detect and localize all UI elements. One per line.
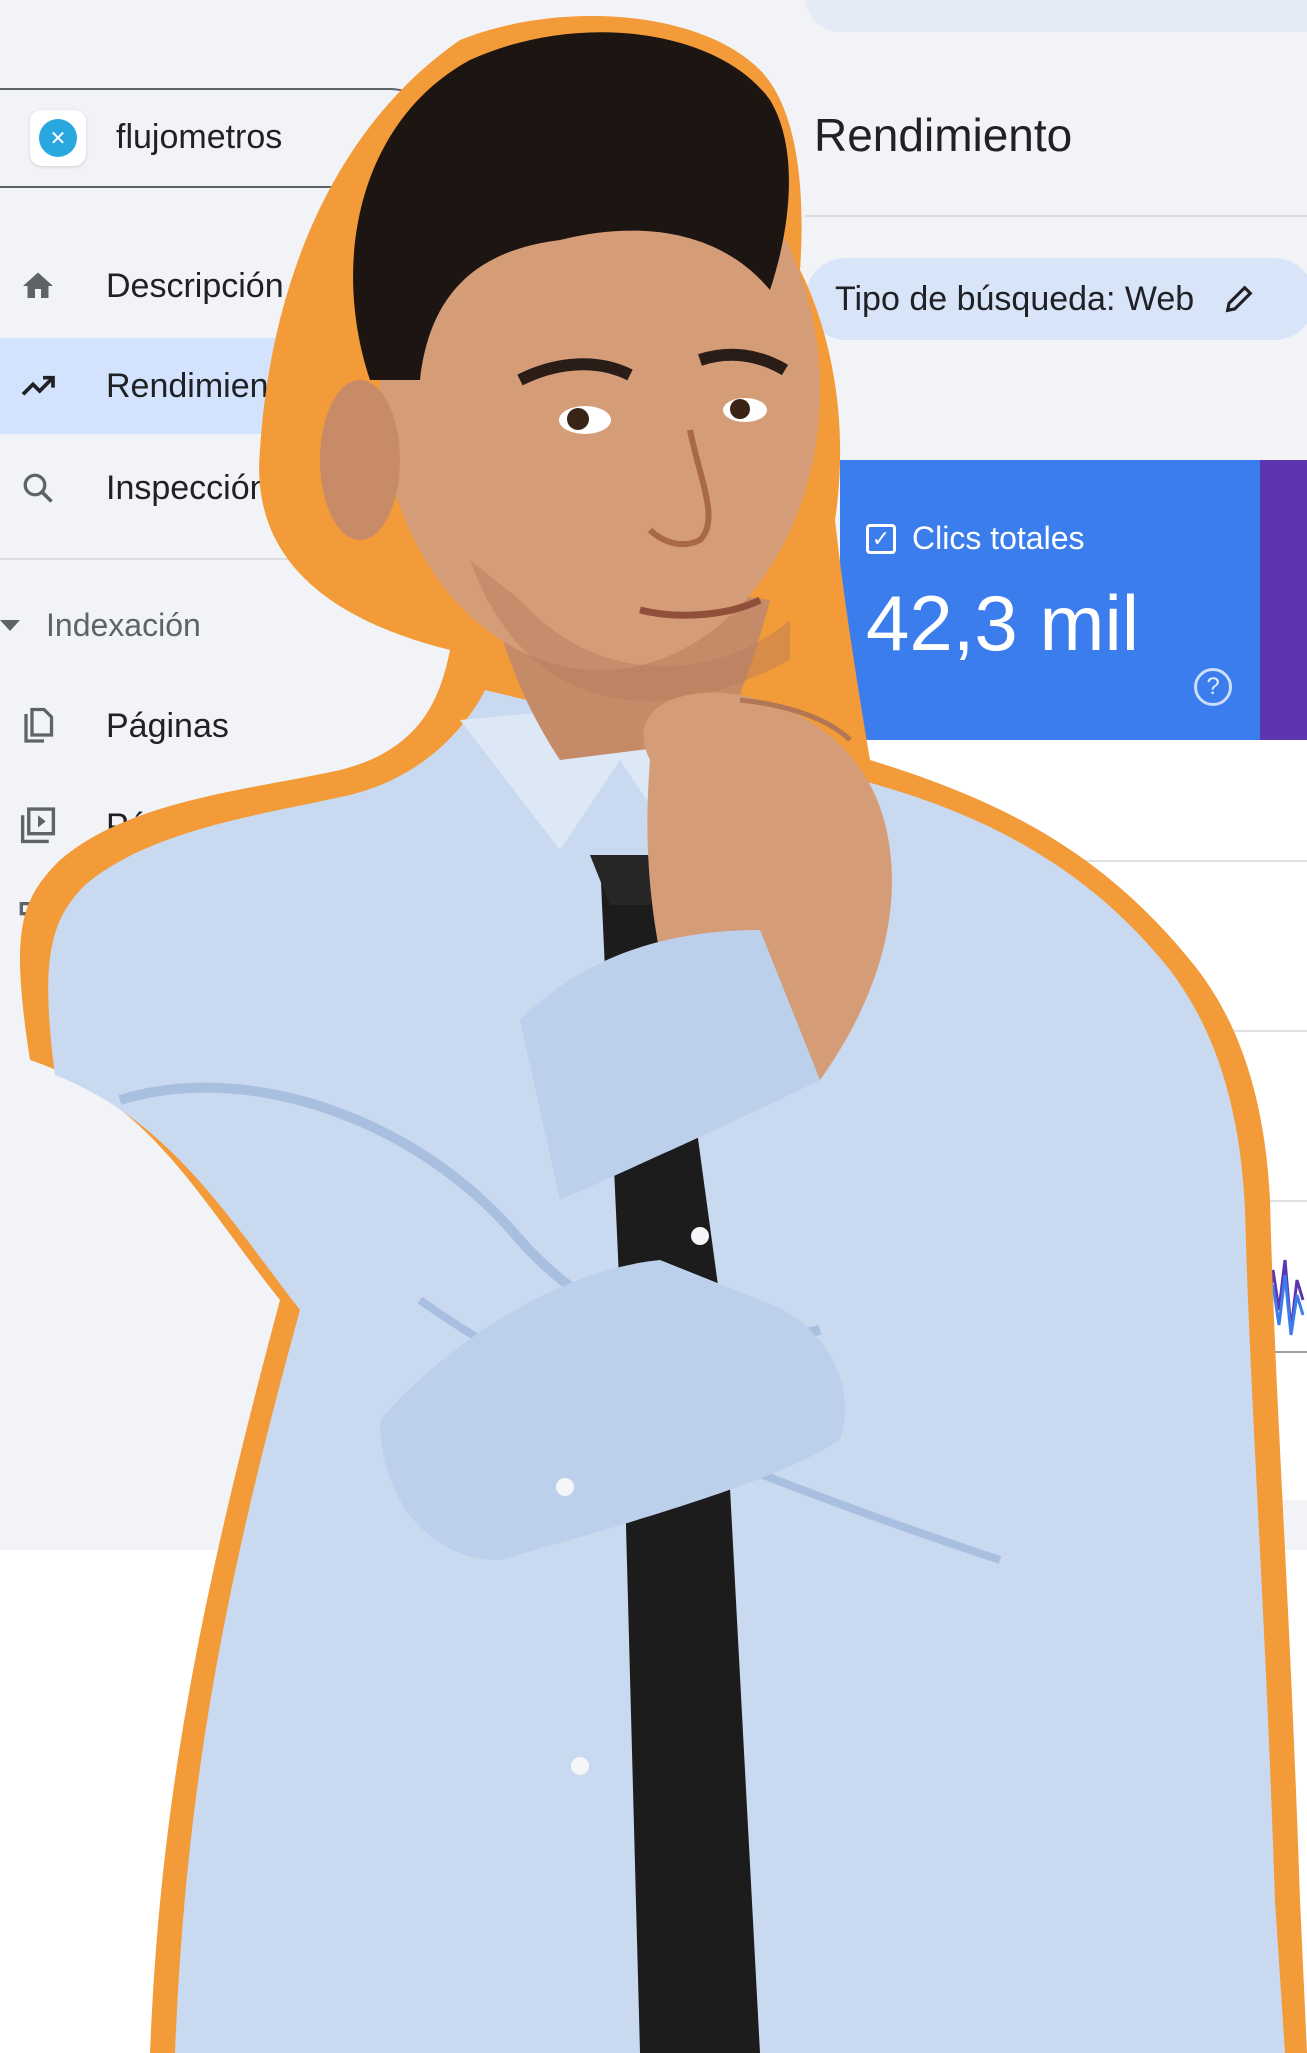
thinking-man-photo <box>20 16 1307 2053</box>
